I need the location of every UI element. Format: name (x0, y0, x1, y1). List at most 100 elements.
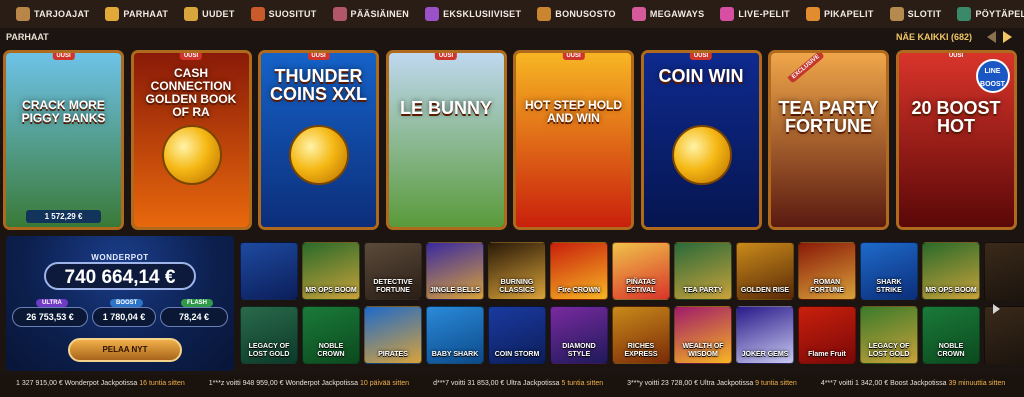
game-tile-title: Fire CROWN (558, 287, 600, 294)
featured-game-card[interactable]: THUNDER COINS XXL UUSI (258, 50, 379, 230)
new-badge: UUSI (689, 53, 713, 60)
nav-item-label: TARJOAJAT (34, 9, 90, 19)
ticker-text: 3***y voitti 23 728,00 € Ultra Jackpotis… (627, 380, 754, 387)
nav-item-label: PÖYTÄPELIT (975, 9, 1024, 19)
slots-icon (889, 7, 904, 21)
game-tile[interactable] (240, 242, 298, 300)
game-tile[interactable]: COIN STORM (488, 306, 546, 364)
nav-item-eksklusiiviset[interactable]: EKSKLUSIIVISET (417, 0, 529, 28)
see-all-link[interactable]: NÄE KAIKKI (682) (896, 32, 972, 42)
featured-game-card[interactable]: HOT STEP HOLD AND WIN UUSI (513, 50, 634, 230)
game-tile[interactable]: DETECTIVE FORTUNE (364, 242, 422, 300)
ultra-value-box: 26 753,53 € (12, 307, 88, 327)
game-tile[interactable]: WEALTH OF WISDOM (674, 306, 732, 364)
game-tile[interactable]: MR OPS BOOM (922, 242, 980, 300)
game-tile[interactable]: RICHES EXPRESS (612, 306, 670, 364)
nav-item-tarjoajat[interactable]: TARJOAJAT (8, 0, 97, 28)
nav-item-parhaat[interactable]: PARHAAT (97, 0, 176, 28)
ticker-item: d***7 voitti 31 853,00 € Ultra Jackpotis… (433, 380, 603, 387)
boost-value: 1 780,04 € (102, 312, 146, 322)
castle-icon (16, 7, 30, 21)
game-title: TEA PARTY FORTUNE (778, 98, 879, 136)
chest-icon (537, 7, 552, 21)
nav-item-p-yt-pelit[interactable]: PÖYTÄPELIT (949, 0, 1024, 28)
nav-item-label: LIVE-PELIT (738, 9, 790, 19)
game-title: COIN WIN (658, 66, 744, 86)
ticker-item: 4***7 voitti 1 342,00 € Boost Jackpotiss… (821, 380, 1005, 387)
nav-item-label: SUOSITUT (268, 9, 317, 19)
game-tile-title: LEGACY OF LOST GOLD (248, 343, 290, 358)
prev-arrow-icon[interactable] (987, 31, 996, 43)
game-tile[interactable]: GOLDEN RISE (736, 242, 794, 300)
ultra-value: 26 753,53 € (26, 312, 74, 322)
new-badge: UUSI (52, 53, 75, 60)
treasure-chest-icon (250, 7, 265, 21)
game-title: CRACK MORE PIGGY BANKS (21, 98, 106, 125)
game-tile-title: LEGACY OF LOST GOLD (868, 343, 910, 358)
game-tile[interactable]: JINGLE BELLS (426, 242, 484, 300)
game-artwork (6, 53, 121, 227)
game-title: LE BUNNY (399, 98, 492, 118)
nav-item-megaways[interactable]: MEGAWAYS (624, 0, 713, 28)
nav-item-suositut[interactable]: SUOSITUT (243, 0, 325, 28)
nav-item-live-pelit[interactable]: LIVE-PELIT (712, 0, 798, 28)
game-tile-title: PIRATES (378, 351, 408, 358)
game-tile[interactable]: PIÑATAS ESTIVAL (612, 242, 670, 300)
game-tile[interactable]: ROMAN FORTUNE (798, 242, 856, 300)
game-tile-title: MR OPS BOOM (925, 287, 977, 294)
wonderpot-total: 740 664,14 € (64, 267, 176, 288)
game-tile[interactable]: Fire CROWN (550, 242, 608, 300)
easter-egg-icon (332, 7, 347, 21)
play-now-button[interactable]: PELAA NYT (68, 338, 182, 362)
featured-game-card[interactable]: CASH CONNECTION GOLDEN BOOK OF RA UUSI (130, 50, 252, 230)
game-title: 20 BOOST HOT (911, 98, 1001, 136)
game-tile-title: JINGLE BELLS (429, 287, 481, 294)
game-tile-title: COIN STORM (494, 351, 540, 358)
wonderpot-panel: WONDERPOT 740 664,14 € ULTRA BOOST FLASH… (6, 236, 234, 371)
featured-game-card[interactable]: TEA PARTY FORTUNE EXCLUSIVE (768, 50, 889, 230)
game-tile[interactable] (984, 306, 1024, 364)
featured-game-card[interactable]: 20 BOOST HOT UUSI LINE BOOST (895, 50, 1017, 230)
nav-item-bonusosto[interactable]: BONUSOSTO (529, 0, 624, 28)
featured-game-card[interactable]: COIN WIN UUSI (640, 50, 762, 230)
game-tile-title: NOBLE CROWN (317, 343, 345, 358)
boost-value-box: 1 780,04 € (92, 307, 156, 327)
game-tile[interactable] (984, 242, 1024, 300)
game-tile[interactable]: BABY SHARK (426, 306, 484, 364)
new-badge: UUSI (179, 53, 203, 60)
game-tile[interactable]: LEGACY OF LOST GOLD (860, 306, 918, 364)
nav-item-p-si-inen[interactable]: PÄÄSIÄINEN (325, 0, 418, 28)
featured-game-card[interactable]: LE BUNNY UUSI (385, 50, 507, 230)
game-tile[interactable]: Flame Fruit (798, 306, 856, 364)
game-tile[interactable]: DIAMOND STYLE (550, 306, 608, 364)
boost-label: BOOST (110, 299, 144, 307)
nav-item-label: BONUSOSTO (555, 9, 616, 19)
game-tile[interactable]: JOKER GEMS (736, 306, 794, 364)
new-badge: UUSI (944, 53, 968, 60)
game-tile-title: DETECTIVE FORTUNE (373, 279, 413, 294)
game-tile[interactable]: LEGACY OF LOST GOLD (240, 306, 298, 364)
game-tile-title: DIAMOND STYLE (562, 343, 596, 358)
nav-item-label: EKSKLUSIIVISET (443, 9, 522, 19)
game-tile[interactable]: NOBLE CROWN (922, 306, 980, 364)
casino-lobby: TARJOAJAT PARHAAT UUDET SUOSITUT PÄÄSIÄINEN E… (0, 0, 1024, 397)
gift-icon (720, 7, 735, 21)
nav-item-slotit[interactable]: SLOTIT (882, 0, 950, 28)
nav-item-uudet[interactable]: UUDET (176, 0, 243, 28)
game-tile[interactable]: NOBLE CROWN (302, 306, 360, 364)
game-tile[interactable]: MR OPS BOOM (302, 242, 360, 300)
game-tile[interactable]: TEA PARTY (674, 242, 732, 300)
game-tile[interactable]: BURNING CLASSICS (488, 242, 546, 300)
featured-game-card[interactable]: CRACK MORE PIGGY BANKS UUSI 1 572,29 € (3, 50, 124, 230)
category-nav: TARJOAJAT PARHAAT UUDET SUOSITUT PÄÄSIÄINEN E… (0, 0, 1024, 28)
grid-scroll-right-icon[interactable] (993, 304, 1000, 314)
game-tile-title: ROMAN FORTUNE (810, 279, 844, 294)
game-tile[interactable]: SHARK STRIKE (860, 242, 918, 300)
nav-item-label: PÄÄSIÄINEN (350, 9, 410, 19)
next-arrow-icon[interactable] (1003, 31, 1012, 43)
gold-coin-icon (161, 125, 222, 185)
game-tile[interactable]: PIRATES (364, 306, 422, 364)
nav-item-pikapelit[interactable]: PIKAPELIT (798, 0, 882, 28)
ticker-text: d***7 voitti 31 853,00 € Ultra Jackpotis… (433, 380, 560, 387)
games-grid: NOBLE CROWN LEGACY OF LOST GOLD Flame Frui… (240, 242, 1024, 372)
